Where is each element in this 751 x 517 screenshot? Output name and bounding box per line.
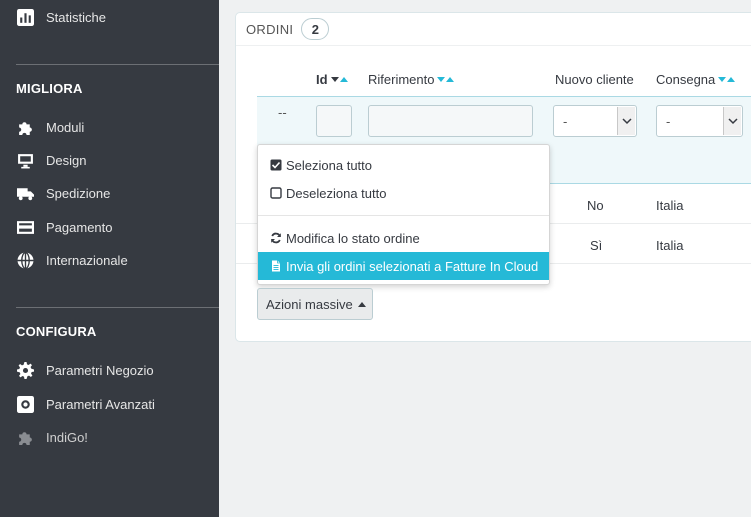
sort-desc-icon[interactable]	[330, 77, 339, 82]
menu-item-label: Deseleziona tutto	[286, 185, 387, 201]
chevron-down-icon	[723, 107, 741, 135]
sort-asc-icon[interactable]	[446, 77, 455, 82]
sidebar-item-label: Design	[46, 152, 87, 168]
menu-divider	[258, 215, 549, 216]
id-filter-input[interactable]	[316, 105, 352, 137]
sidebar-item-label: Parametri Avanzati	[46, 396, 155, 412]
sort-desc-icon[interactable]	[437, 77, 446, 82]
orders-count-badge: 2	[301, 18, 330, 40]
credit-card-icon	[16, 218, 34, 236]
sidebar-item-spedizione[interactable]: Spedizione	[0, 178, 219, 208]
sidebar-item-label: Moduli	[46, 119, 85, 135]
bulk-actions-button[interactable]: Azioni massive	[257, 288, 373, 320]
menu-item-label: Invia gli ordini selezionati a Fatture I…	[286, 258, 539, 274]
checkbox-checked-icon	[269, 158, 283, 172]
column-header-riferimento: Riferimento	[368, 72, 455, 87]
refresh-icon	[269, 231, 283, 245]
column-label: Riferimento	[368, 72, 435, 87]
cell-consegna: Italia	[656, 198, 684, 213]
sidebar-item-parametri-avanzati[interactable]: Parametri Avanzati	[0, 389, 219, 419]
sort-asc-icon[interactable]	[727, 77, 736, 82]
cell-nuovo-cliente: No	[587, 198, 604, 213]
sidebar-heading-configura: CONFIGURA	[16, 324, 97, 339]
cell-consegna: Italia	[656, 238, 684, 253]
panel-header: ORDINI 2	[236, 13, 751, 46]
column-label: Id	[316, 72, 328, 87]
select-value: -	[666, 113, 671, 129]
bulk-filter-placeholder: --	[278, 105, 287, 120]
monitor-icon	[16, 151, 34, 169]
menu-item-deseleziona-tutto[interactable]: Deseleziona tutto	[258, 179, 549, 207]
sidebar-item-label: Pagamento	[46, 219, 113, 235]
sort-desc-icon[interactable]	[718, 77, 727, 82]
sidebar-item-parametri-negozio[interactable]: Parametri Negozio	[0, 355, 219, 385]
sidebar-item-pagamento[interactable]: Pagamento	[0, 212, 219, 242]
sidebar-divider	[16, 307, 219, 308]
sort-controls	[330, 77, 348, 82]
sidebar-item-internazionale[interactable]: Internazionale	[0, 245, 219, 275]
chevron-down-icon	[617, 107, 635, 135]
checkbox-empty-icon	[269, 186, 283, 200]
sidebar-item-label: Internazionale	[46, 252, 128, 268]
sidebar-item-statistiche[interactable]: Statistiche	[0, 2, 219, 32]
truck-icon	[16, 184, 34, 202]
bar-chart-icon	[16, 8, 34, 26]
sidebar-item-design[interactable]: Design	[0, 145, 219, 175]
sort-asc-icon[interactable]	[339, 77, 348, 82]
panel-title: ORDINI	[246, 21, 294, 37]
menu-item-modifica-stato[interactable]: Modifica lo stato ordine	[258, 224, 549, 252]
nuovo-cliente-filter-select[interactable]: -	[553, 105, 637, 137]
document-icon	[269, 259, 283, 273]
column-header-consegna: Consegna	[656, 72, 736, 87]
column-label: Consegna	[656, 72, 716, 87]
sidebar-item-label: Parametri Negozio	[46, 362, 154, 378]
caret-up-icon	[357, 301, 366, 307]
menu-item-label: Seleziona tutto	[286, 157, 373, 173]
sidebar: Statistiche MIGLIORA Moduli Design Spedi…	[0, 0, 219, 517]
riferimento-filter-input[interactable]	[368, 105, 533, 137]
menu-item-seleziona-tutto[interactable]: Seleziona tutto	[258, 151, 549, 179]
sidebar-item-label: IndiGo!	[46, 429, 88, 445]
select-value: -	[563, 113, 568, 129]
cog-box-icon	[16, 395, 34, 413]
bulk-actions-menu: Seleziona tutto Deseleziona tutto Modifi…	[257, 144, 550, 285]
puzzle-icon	[16, 428, 34, 446]
sidebar-item-label: Spedizione	[46, 185, 111, 201]
sidebar-divider	[16, 64, 219, 65]
gear-icon	[16, 361, 34, 379]
consegna-filter-select[interactable]: -	[656, 105, 743, 137]
sort-controls	[718, 77, 736, 82]
globe-icon	[16, 251, 34, 269]
sidebar-item-moduli[interactable]: Moduli	[0, 112, 219, 142]
column-header-id: Id	[316, 72, 348, 87]
bulk-actions-label: Azioni massive	[266, 296, 353, 312]
menu-item-label: Modifica lo stato ordine	[286, 230, 420, 246]
menu-item-invia-fatture-in-cloud[interactable]: Invia gli ordini selezionati a Fatture I…	[258, 252, 549, 280]
sidebar-heading-migliora: MIGLIORA	[16, 81, 83, 96]
sidebar-item-indigo[interactable]: IndiGo!	[0, 422, 219, 452]
column-header-nuovo-cliente: Nuovo cliente	[555, 72, 634, 87]
sort-controls	[437, 77, 455, 82]
cell-nuovo-cliente: Sì	[590, 238, 603, 253]
sidebar-item-label: Statistiche	[46, 9, 106, 25]
puzzle-icon	[16, 118, 34, 136]
column-label: Nuovo cliente	[555, 72, 634, 87]
